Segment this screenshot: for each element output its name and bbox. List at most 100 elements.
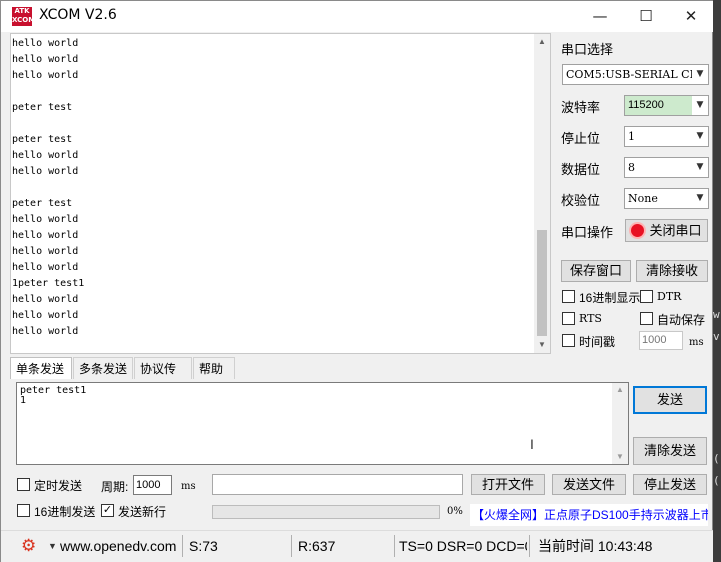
maximize-button[interactable]: ☐ [623,1,669,32]
receive-line: hello world [12,246,79,257]
receive-scrollbar[interactable]: ▲ ▼ [534,34,550,353]
background-text: w [713,308,720,321]
progress-percent: 0% [447,506,463,517]
receive-line [12,116,534,132]
timestamp-label: 时间戳 [579,335,616,349]
close-button[interactable]: ✕ [668,1,714,32]
receive-line: peter test [12,198,73,209]
promo-link-part2: 正点原子DS100手持示波器上市 [544,508,708,522]
receive-line: hello world [12,214,79,225]
window-title: XCOM V2.6 [39,7,117,23]
receive-line [12,180,534,196]
receive-line: hello world [12,70,79,81]
timestamp-unit: ms [689,337,704,348]
tab-single-send[interactable]: 单条发送 [10,357,72,379]
data-bits-select[interactable]: 8 ▼ [624,157,709,178]
chevron-down-icon: ▼ [692,96,708,115]
scroll-down-arrow-icon[interactable]: ▼ [612,450,628,464]
clear-send-button[interactable]: 清除发送 [633,437,707,465]
stop-bits-select[interactable]: 1 ▼ [624,126,709,147]
status-divider [291,535,292,557]
receive-textarea[interactable]: hello world hello world hello world peter … [10,33,551,354]
baud-rate-value: 115200 [628,99,664,111]
auto-save-checkbox[interactable] [640,312,653,325]
background-text: v [713,330,720,343]
send-file-button[interactable]: 发送文件 [552,474,626,495]
send-button[interactable]: 发送 [633,386,707,414]
save-window-button[interactable]: 保存窗口 [561,260,631,282]
hex-display-checkbox[interactable] [562,290,575,303]
baud-label: 波特率 [561,100,601,115]
parity-label: 校验位 [561,193,601,208]
receive-line: 1peter test1 [12,278,85,289]
send-scrollbar[interactable]: ▲ ▼ [612,383,628,464]
send-newline-label: 发送新行 [118,505,167,519]
hex-send-checkbox[interactable] [17,504,30,517]
receive-text: hello world hello world hello world peter … [12,36,534,352]
tab-protocol[interactable]: 协议传输 [134,357,192,398]
receive-line: hello world [12,54,79,65]
dtr-checkbox[interactable] [640,290,653,303]
scroll-down-arrow-icon[interactable]: ▼ [534,337,550,353]
period-input[interactable]: 1000 [133,475,172,495]
promo-link[interactable]: 【火爆全网】正点原子DS100手持示波器上市 [470,504,708,526]
chevron-down-icon: ▼ [692,65,708,84]
receive-line: hello world [12,326,79,337]
send-text: peter test1 1 [20,386,86,406]
data-bits-label: 数据位 [561,162,601,177]
send-textarea[interactable]: peter test1 1 I ▲ ▼ [16,382,629,465]
send-line: peter test1 [20,385,87,396]
promo-link-part1: 【火爆全网】 [472,508,545,522]
file-path-input[interactable] [212,474,463,495]
background-window-edge: w v ( ( [713,0,721,562]
timed-send-checkbox[interactable] [17,478,30,491]
baud-rate-select[interactable]: 115200 ▼ [624,95,709,116]
send-newline-checkbox[interactable]: ✓ [101,504,114,517]
open-file-button[interactable]: 打开文件 [471,474,545,495]
port-operation-label: 串口操作 [561,225,614,240]
app-logo-icon: ATK XCOM [12,7,36,26]
hex-send-label: 16进制发送 [34,505,96,519]
scroll-up-arrow-icon[interactable]: ▲ [612,383,628,397]
port-select-value: COM5:USB-SERIAL CH340 [566,68,709,81]
timed-send-label: 定时发送 [34,479,83,493]
rts-checkbox[interactable] [562,312,575,325]
receive-line: hello world [12,310,79,321]
settings-gear-icon[interactable]: ⚙ [21,535,41,557]
close-port-button[interactable]: 关闭串口 [625,219,708,242]
close-port-label: 关闭串口 [649,223,702,238]
parity-select[interactable]: None ▼ [624,188,709,209]
clear-receive-button[interactable]: 清除接收 [636,260,708,282]
port-select[interactable]: COM5:USB-SERIAL CH340 ▼ [562,64,709,85]
website-link[interactable]: www.openedv.com [60,535,180,557]
minimize-button[interactable]: — [577,1,623,32]
chevron-down-icon: ▼ [692,127,708,146]
receive-line: hello world [12,294,79,305]
send-progress-bar [212,505,440,519]
scroll-thumb[interactable] [537,230,547,336]
status-divider [182,535,183,557]
dtr-label: DTR [657,290,682,303]
tab-multi-send[interactable]: 多条发送 [73,357,133,379]
status-bar: ⚙ ▼ www.openedv.com S:73 R:637 TS=0 DSR=… [1,530,713,562]
tab-help[interactable]: 帮助 [193,357,235,379]
scroll-up-arrow-icon[interactable]: ▲ [534,34,550,50]
dropdown-arrow-icon[interactable]: ▼ [48,535,58,557]
background-text: ( [713,452,720,465]
stop-bits-value: 1 [628,130,635,143]
timestamp-input[interactable]: 1000 [639,331,683,350]
send-line: 1 [20,395,27,406]
hex-display-label: 16进制显示 [579,291,641,305]
receive-line: hello world [12,150,79,161]
title-bar[interactable]: ATK XCOM XCOM V2.6 — ☐ ✕ [1,1,713,32]
receive-line: hello world [12,230,79,241]
receive-line: hello world [12,262,79,273]
status-divider [394,535,395,557]
chevron-down-icon: ▼ [692,158,708,177]
stop-send-button[interactable]: 停止发送 [633,474,707,495]
timestamp-checkbox[interactable] [562,334,575,347]
data-bits-value: 8 [628,161,635,174]
receive-line: peter test [12,102,73,113]
port-select-label: 串口选择 [561,42,614,57]
line-status: TS=0 DSR=0 DCD=0 [399,538,527,554]
